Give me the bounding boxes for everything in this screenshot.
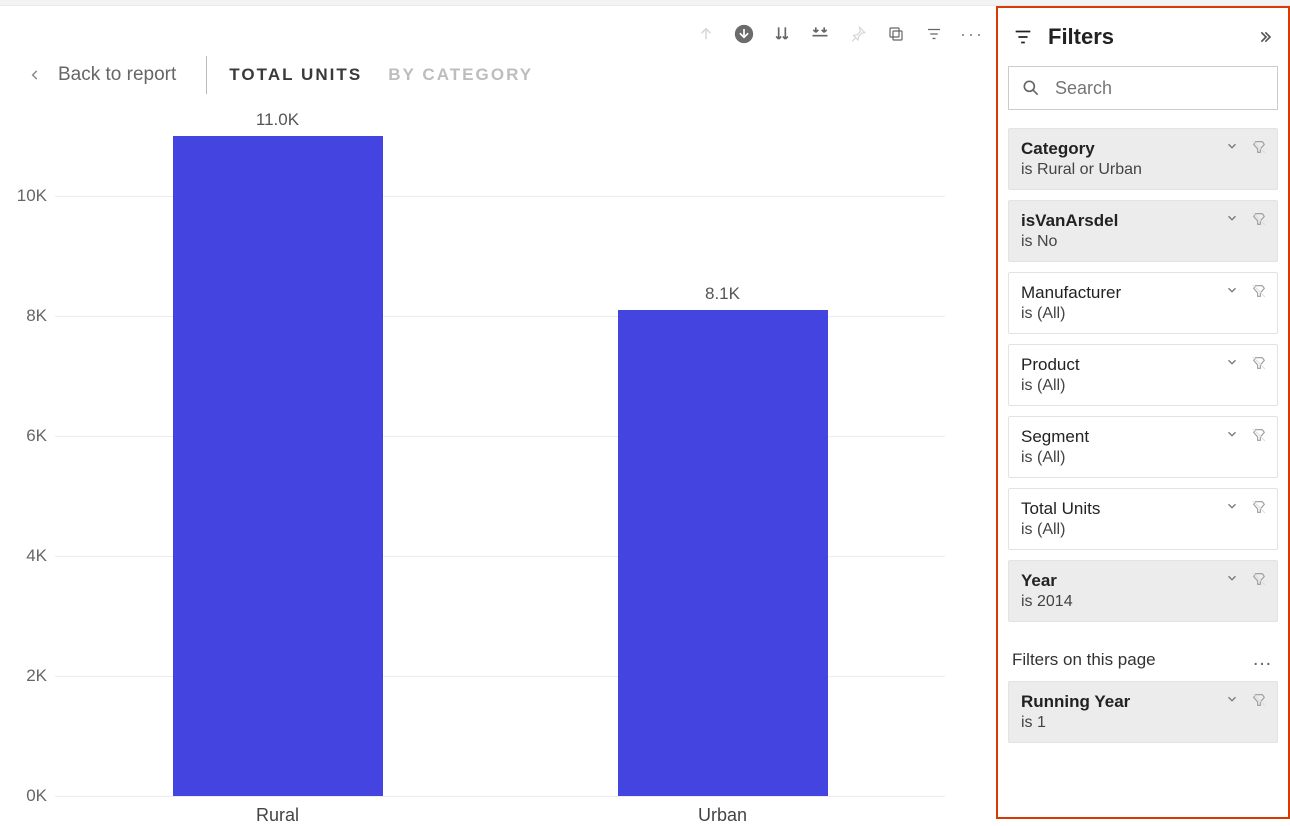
clear-filter-icon[interactable] [1251, 571, 1267, 587]
bar-value-label: 11.0K [55, 110, 500, 130]
filter-card-subtitle: is (All) [1021, 377, 1265, 395]
clear-filter-icon[interactable] [1251, 692, 1267, 708]
filter-card-subtitle: is (All) [1021, 305, 1265, 323]
filter-card[interactable]: Segmentis (All) [1008, 416, 1278, 478]
y-axis-tick-label: 4K [26, 546, 55, 566]
chart-bar[interactable] [173, 136, 383, 796]
copy-icon[interactable] [886, 24, 906, 44]
chart-bar[interactable] [618, 310, 828, 796]
expand-level-icon[interactable] [810, 24, 830, 44]
chevron-down-icon[interactable] [1225, 211, 1239, 227]
filter-card-subtitle: is (All) [1021, 449, 1265, 467]
report-area: ··· Back to report TOTAL UNITS BY CATEGOR… [0, 6, 996, 819]
y-axis-tick-label: 2K [26, 666, 55, 686]
filter-card-subtitle: is 1 [1021, 714, 1265, 732]
clear-filter-icon[interactable] [1251, 211, 1267, 227]
filter-search-input[interactable] [1055, 78, 1287, 99]
pin-icon[interactable] [848, 24, 868, 44]
back-arrow-icon[interactable] [28, 64, 42, 86]
next-level-icon[interactable] [772, 24, 792, 44]
filter-card[interactable]: Manufactureris (All) [1008, 272, 1278, 334]
chart-plot-area: 0K2K4K6K8K10K11.0KRural8.1KUrban [55, 136, 945, 796]
filter-card[interactable]: Productis (All) [1008, 344, 1278, 406]
drill-mode-icon[interactable] [734, 24, 754, 44]
collapse-pane-icon[interactable] [1256, 29, 1272, 45]
more-options-icon[interactable]: ··· [962, 24, 982, 44]
chart-gridline [55, 796, 945, 797]
filter-card-subtitle: is (All) [1021, 521, 1265, 539]
chevron-down-icon[interactable] [1225, 692, 1239, 708]
y-axis-tick-label: 6K [26, 426, 55, 446]
x-axis-category-label: Rural [55, 805, 500, 826]
drill-separator [206, 56, 207, 94]
chevron-down-icon[interactable] [1225, 355, 1239, 371]
clear-filter-icon[interactable] [1251, 355, 1267, 371]
clear-filter-icon[interactable] [1251, 139, 1267, 155]
chart-container: 0K2K4K6K8K10K11.0KRural8.1KUrban [0, 116, 996, 819]
y-axis-tick-label: 8K [26, 306, 55, 326]
filter-search-box[interactable] [1008, 66, 1278, 110]
filter-card-subtitle: is No [1021, 233, 1265, 251]
back-to-report-link[interactable]: Back to report [58, 64, 176, 86]
y-axis-tick-label: 10K [17, 186, 55, 206]
chevron-down-icon[interactable] [1225, 571, 1239, 587]
chevron-down-icon[interactable] [1225, 427, 1239, 443]
chevron-down-icon[interactable] [1225, 139, 1239, 155]
filter-card-subtitle: is Rural or Urban [1021, 161, 1265, 179]
clear-filter-icon[interactable] [1251, 427, 1267, 443]
filter-card[interactable]: isVanArsdelis No [1008, 200, 1278, 262]
drill-tab[interactable]: TOTAL UNITS [229, 65, 362, 84]
filter-applied-icon[interactable] [924, 24, 944, 44]
chevron-down-icon[interactable] [1225, 499, 1239, 515]
bar-value-label: 8.1K [500, 284, 945, 304]
y-axis-tick-label: 0K [26, 786, 55, 806]
x-axis-category-label: Urban [500, 805, 945, 826]
filters-page-section-label: Filters on this page [1012, 650, 1156, 670]
drill-up-icon[interactable] [696, 24, 716, 44]
filters-header-icon [1012, 26, 1036, 48]
drill-bar: Back to report TOTAL UNITS BY CATEGORY [0, 50, 996, 100]
search-icon [1021, 78, 1041, 98]
clear-filter-icon[interactable] [1251, 499, 1267, 515]
filter-card[interactable]: Yearis 2014 [1008, 560, 1278, 622]
visual-toolbar: ··· [696, 24, 982, 44]
filter-card[interactable]: Total Unitsis (All) [1008, 488, 1278, 550]
page-filters-more-icon[interactable]: … [1252, 648, 1274, 671]
filters-title: Filters [1048, 24, 1244, 50]
filter-card[interactable]: Categoryis Rural or Urban [1008, 128, 1278, 190]
drill-tab[interactable]: BY CATEGORY [388, 65, 533, 84]
filters-pane: Filters Categoryis Rural or Urban isVanAr… [996, 6, 1290, 819]
chevron-down-icon[interactable] [1225, 283, 1239, 299]
filter-card[interactable]: Running Yearis 1 [1008, 681, 1278, 743]
filter-card-subtitle: is 2014 [1021, 593, 1265, 611]
clear-filter-icon[interactable] [1251, 283, 1267, 299]
